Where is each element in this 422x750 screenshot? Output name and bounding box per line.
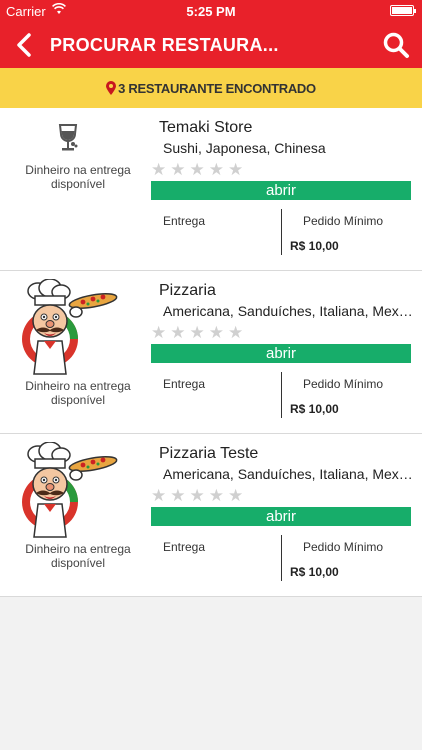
min-order-label: Pedido Mínimo — [303, 540, 384, 554]
star-icon[interactable]: ★ — [228, 161, 243, 179]
min-order-value: R$ 10,00 — [290, 239, 339, 253]
rating-stars[interactable]: ★ ★ ★ ★ ★ — [151, 161, 243, 179]
star-icon[interactable]: ★ — [170, 324, 185, 342]
star-icon[interactable]: ★ — [209, 324, 224, 342]
nav-bar: PROCURAR RESTAURA... — [0, 22, 422, 68]
payment-info: Dinheiro na entrega disponível — [25, 379, 131, 407]
restaurant-card[interactable]: Dinheiro na entrega disponível Pizzaria … — [0, 271, 422, 434]
payment-info: Dinheiro na entrega disponível — [25, 163, 131, 191]
payment-info: Dinheiro na entrega disponível — [25, 542, 131, 570]
open-button[interactable]: abrir — [151, 181, 411, 200]
star-icon[interactable]: ★ — [190, 161, 205, 179]
star-icon[interactable]: ★ — [151, 324, 166, 342]
min-order-label: Pedido Mínimo — [303, 377, 384, 391]
divider — [281, 535, 282, 581]
star-icon[interactable]: ★ — [209, 161, 224, 179]
back-button[interactable] — [14, 32, 36, 58]
divider — [281, 209, 282, 255]
pizza-chef-logo — [18, 278, 118, 379]
star-icon[interactable]: ★ — [170, 487, 185, 505]
star-icon[interactable]: ★ — [190, 487, 205, 505]
pizza-chef-logo — [18, 441, 118, 542]
restaurant-list: Dinheiro na entrega disponível Temaki St… — [0, 108, 422, 597]
search-icon — [383, 32, 409, 58]
star-icon[interactable]: ★ — [151, 161, 166, 179]
search-button[interactable] — [382, 31, 410, 59]
battery-icon — [390, 5, 416, 16]
open-button[interactable]: abrir — [151, 507, 411, 526]
results-count: 3 RESTAURANTE ENCONTRADO — [118, 80, 316, 96]
rating-stars[interactable]: ★ ★ ★ ★ ★ — [151, 324, 243, 342]
restaurant-name: Temaki Store — [159, 119, 253, 136]
open-button[interactable]: abrir — [151, 344, 411, 363]
restaurant-name: Pizzaria — [159, 282, 216, 299]
min-order-value: R$ 10,00 — [290, 402, 339, 416]
restaurant-card[interactable]: Dinheiro na entrega disponível Temaki St… — [0, 108, 422, 271]
star-icon[interactable]: ★ — [228, 487, 243, 505]
star-icon[interactable]: ★ — [228, 324, 243, 342]
wine-glass-icon — [52, 122, 84, 154]
delivery-label: Entrega — [163, 540, 206, 554]
rating-stars[interactable]: ★ ★ ★ ★ ★ — [151, 487, 243, 505]
restaurant-cuisine: Americana, Sanduíches, Italiana, Mexican… — [163, 303, 413, 319]
chevron-left-icon — [17, 33, 31, 57]
divider — [281, 372, 282, 418]
restaurant-name: Pizzaria Teste — [159, 445, 259, 462]
star-icon[interactable]: ★ — [190, 324, 205, 342]
delivery-label: Entrega — [163, 377, 206, 391]
star-icon[interactable]: ★ — [209, 487, 224, 505]
min-order-label: Pedido Mínimo — [303, 214, 384, 228]
min-order-value: R$ 10,00 — [290, 565, 339, 579]
clock: 5:25 PM — [186, 4, 236, 19]
page-title: PROCURAR RESTAURA... — [50, 35, 279, 55]
delivery-label: Entrega — [163, 214, 206, 228]
results-banner: 3 RESTAURANTE ENCONTRADO — [0, 68, 422, 108]
status-bar: Carrier 5:25 PM — [0, 0, 422, 22]
map-pin-icon — [106, 81, 117, 95]
restaurant-cuisine: Sushi, Japonesa, Chinesa — [163, 140, 326, 156]
star-icon[interactable]: ★ — [170, 161, 185, 179]
restaurant-card[interactable]: Dinheiro na entrega disponível Pizzaria … — [0, 434, 422, 597]
star-icon[interactable]: ★ — [151, 487, 166, 505]
restaurant-cuisine: Americana, Sanduíches, Italiana, Mexican… — [163, 466, 413, 482]
